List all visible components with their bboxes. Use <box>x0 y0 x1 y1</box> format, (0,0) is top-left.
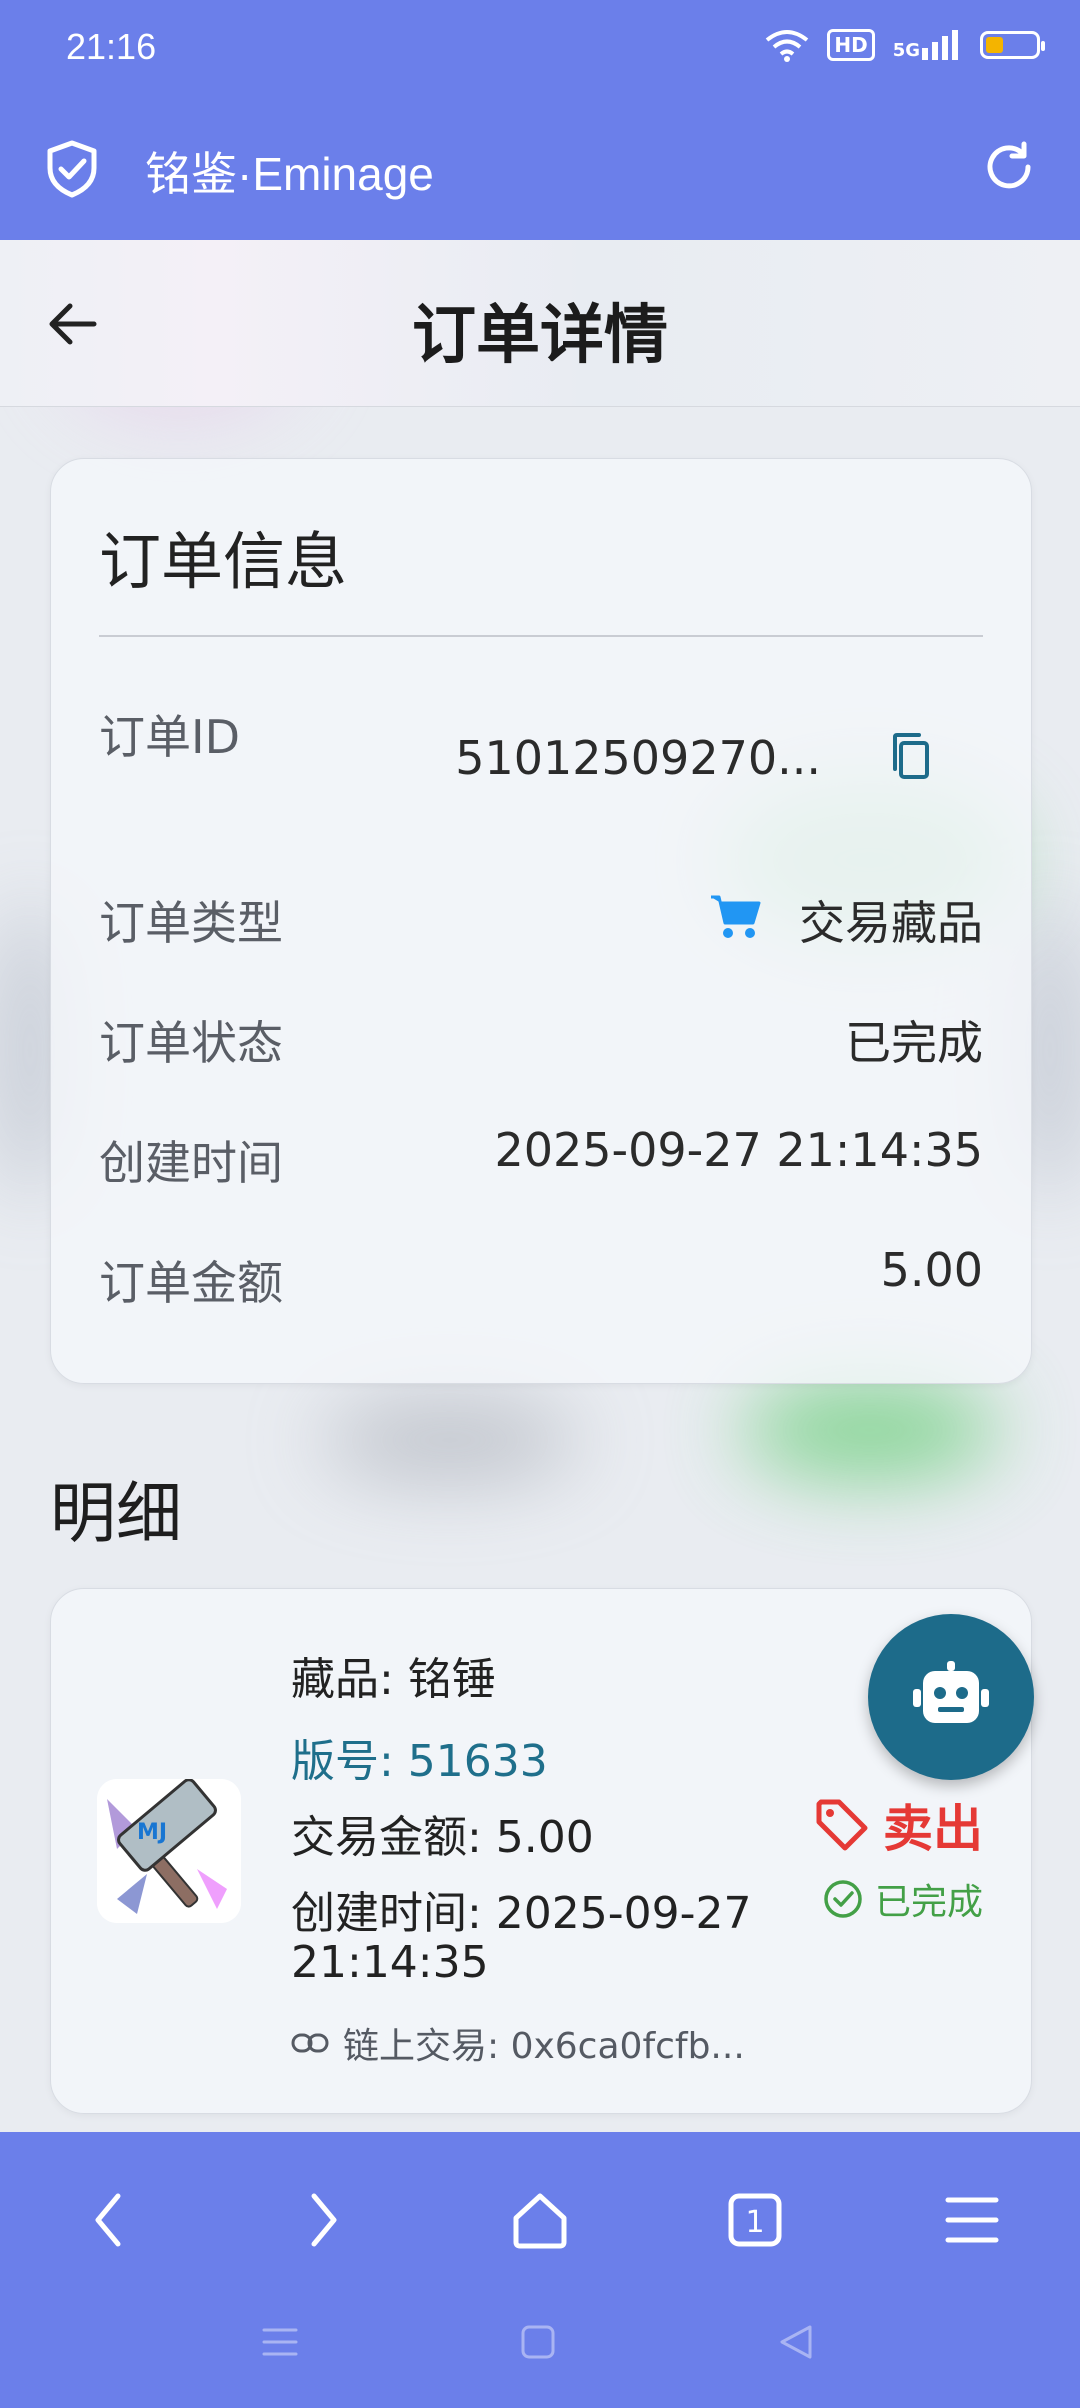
order-id-value: 51012509270... <box>455 731 821 785</box>
order-id-label: 订单ID <box>99 710 240 764</box>
browser-tabs-button[interactable]: 1 <box>715 2180 795 2260</box>
system-home-button[interactable] <box>508 2312 568 2372</box>
robot-assistant-button[interactable] <box>868 1614 1034 1780</box>
copy-icon[interactable] <box>887 731 935 783</box>
system-recents-button[interactable] <box>250 2312 310 2372</box>
status-icons: HD 5G <box>765 28 1045 62</box>
collectible-thumbnail: MJ <box>97 1779 241 1923</box>
page-title: 订单详情 <box>412 299 668 373</box>
details-section-title: 明细 <box>50 1475 182 1552</box>
wifi-icon <box>766 30 809 62</box>
app-header: 21:16 HD 5G 铭鉴·Eminage <box>0 0 1080 240</box>
chevron-left-icon <box>95 2193 121 2247</box>
status-time: 21:16 <box>66 26 157 67</box>
browser-back-button[interactable] <box>68 2180 148 2260</box>
network-label: 5G <box>892 40 920 61</box>
browser-home-button[interactable] <box>500 2180 580 2260</box>
tabs-icon: 1 <box>728 2193 782 2247</box>
triangle-back-icon <box>780 2325 812 2359</box>
order-amount-value: 5.00 <box>880 1243 983 1297</box>
shield-check-icon <box>47 140 97 198</box>
check-circle-icon <box>824 1880 862 1918</box>
order-status-label: 订单状态 <box>99 1016 283 1070</box>
link-icon <box>291 2033 329 2053</box>
divider <box>99 635 983 637</box>
item-amount: 交易金额: 5.00 <box>291 1812 594 1863</box>
background-blob <box>320 1400 580 1480</box>
menu-icon <box>945 2197 999 2243</box>
hd-badge: HD <box>827 29 875 61</box>
page-header: 订单详情 <box>0 240 1080 407</box>
robot-icon <box>913 1661 989 1723</box>
created-time-label: 创建时间 <box>99 1136 283 1190</box>
refresh-button[interactable] <box>982 140 1036 194</box>
sell-tag: 卖出 <box>815 1789 983 1861</box>
created-time-value: 2025-09-27 21:14:35 <box>494 1123 983 1177</box>
recents-icon <box>262 2328 298 2356</box>
item-name: 藏品: 铭锤 <box>291 1654 496 1705</box>
thumb-text: MJ <box>137 1820 167 1845</box>
order-info-title: 订单信息 <box>99 525 348 598</box>
order-type-label: 订单类型 <box>99 896 283 950</box>
chain-tx-link[interactable]: 链上交易: 0x6ca0fcfb... <box>291 2017 745 2069</box>
hammer-image: MJ <box>97 1779 241 1923</box>
item-created-time: 创建时间: 2025-09-27 <box>291 1888 752 1939</box>
sell-label: 卖出 <box>883 1800 983 1858</box>
order-status-value: 已完成 <box>845 1016 983 1070</box>
cart-icon <box>711 895 761 938</box>
square-icon <box>521 2325 555 2359</box>
order-type-value: 交易藏品 <box>799 896 983 950</box>
app-title: 铭鉴·Eminage <box>145 148 434 200</box>
item-edition: 版号: 51633 <box>291 1736 548 1787</box>
browser-toolbar: 1 <box>0 2132 1080 2408</box>
tab-count: 1 <box>745 2205 764 2240</box>
completed-label: 已完成 <box>874 1882 983 1923</box>
battery-icon <box>980 31 1045 59</box>
signal-icon: 5G <box>893 30 962 60</box>
tag-icon <box>816 1799 868 1851</box>
chevron-right-icon <box>311 2193 337 2247</box>
order-info-card: 订单信息 订单ID 51012509270... 订单类型 交易藏品 订单状态 … <box>50 458 1032 1384</box>
browser-forward-button[interactable] <box>284 2180 364 2260</box>
background-blob <box>740 1380 1000 1480</box>
item-created-time-cont: 21:14:35 <box>291 1937 489 1988</box>
chain-tx-text: 链上交易: 0x6ca0fcfb... <box>343 2026 745 2067</box>
system-back-button[interactable] <box>766 2312 826 2372</box>
completed-status: 已完成 <box>823 1873 983 1925</box>
browser-menu-button[interactable] <box>932 2180 1012 2260</box>
order-amount-label: 订单金额 <box>99 1256 283 1310</box>
home-icon <box>513 2193 567 2249</box>
